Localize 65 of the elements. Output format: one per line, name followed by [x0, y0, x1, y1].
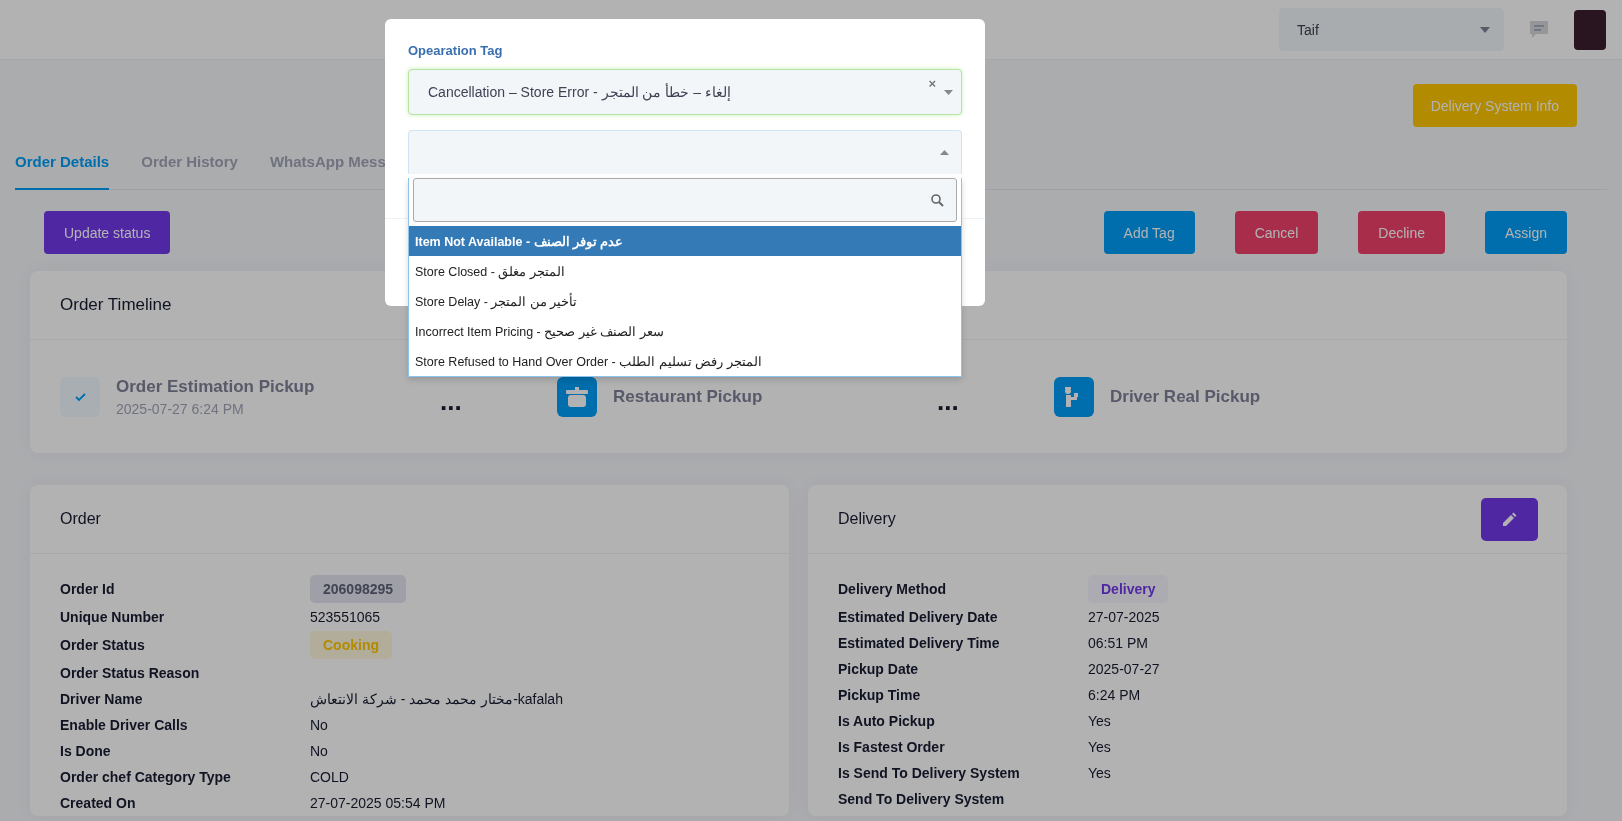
field-value: 27-07-2025 05:54 PM — [310, 795, 446, 811]
edit-button[interactable] — [1481, 497, 1538, 541]
field-label: Opearation Tag — [408, 43, 504, 58]
field-value: No — [310, 717, 328, 733]
field-label: Created On — [60, 794, 137, 813]
field-label: Is Done — [60, 742, 112, 761]
chat-icon — [1528, 18, 1550, 41]
card-title: Delivery — [838, 510, 896, 528]
dropdown-option[interactable]: Store Refused to Hand Over Order - المتجر رفض تسليم الطلب — [409, 346, 961, 376]
step-title: Restaurant Pickup — [613, 386, 763, 407]
step-separator: ... — [937, 385, 960, 417]
action-button[interactable]: Assign — [1484, 211, 1567, 254]
city-select[interactable]: Taif — [1279, 8, 1504, 51]
status-badge: Delivery — [1088, 575, 1169, 603]
step-separator: ... — [440, 385, 463, 417]
pencil-icon — [1502, 511, 1517, 527]
danger-button[interactable]: Decline — [1358, 211, 1445, 254]
dropdown-option[interactable]: Store Delay - تأخير من المتجر — [409, 286, 961, 316]
field-label: Estimated Delivery Time — [838, 634, 1001, 653]
field-label: Order Id — [60, 580, 116, 599]
logo-icon — [1574, 9, 1606, 50]
field-label: Order Status Reason — [60, 664, 201, 683]
tab[interactable]: Order Details — [15, 135, 110, 190]
field-value: Yes — [1088, 713, 1111, 729]
tag-select[interactable]: Cancellation – Store Error - إلغاء – خطأ من المتجر × — [408, 69, 962, 115]
status-badge: 206098295 — [310, 575, 407, 603]
field-label: Order chef Category Type — [60, 768, 232, 787]
field-value: مختار محمد محمد - شركة الانتعاش-kafalah — [310, 691, 563, 707]
field-label: Order Status — [60, 636, 146, 655]
field-label: Is Auto Pickup — [838, 712, 936, 731]
status-badge: Cooking — [310, 631, 392, 659]
dropdown-option[interactable]: Item Not Available - عدم توفر الصنف — [409, 226, 961, 256]
field-label: Estimated Delivery Date — [838, 608, 999, 627]
field-label: Delivery Method — [838, 580, 948, 599]
caret-up-icon — [940, 150, 949, 155]
field-label: Send To Delivery System — [838, 790, 1006, 809]
field-label: Enable Driver Calls — [60, 716, 189, 735]
field-label: Driver Name — [60, 690, 144, 709]
search-field[interactable] — [413, 178, 957, 222]
clear-button[interactable]: × — [928, 76, 936, 91]
field-value: 27-07-2025 — [1088, 609, 1160, 625]
action-button[interactable]: Update status — [44, 211, 171, 254]
field-label: Pickup Time — [838, 686, 922, 705]
step-title: Driver Real Pickup — [1110, 386, 1261, 407]
caret-down-icon — [944, 89, 953, 95]
field-label: Unique Number — [60, 608, 166, 627]
step-time: 2025-07-27 6:24 PM — [116, 400, 245, 417]
search-icon — [931, 193, 944, 207]
field-value: 523551065 — [310, 609, 381, 625]
field-label: Pickup Date — [838, 660, 920, 679]
field-value: 6:24 PM — [1088, 687, 1141, 703]
reason-select[interactable] — [408, 130, 962, 174]
card-title: Order — [60, 510, 101, 528]
field-value: Yes — [1088, 765, 1111, 781]
field-value: 2025-07-27 — [1088, 661, 1160, 677]
action-button[interactable]: Add Tag — [1103, 211, 1195, 254]
step-title: Order Estimation Pickup — [116, 376, 315, 397]
field-label: Is Fastest Order — [838, 738, 946, 757]
danger-button[interactable]: Cancel — [1234, 211, 1319, 254]
field-value: No — [310, 743, 328, 759]
field-value: Yes — [1088, 739, 1111, 755]
field-label: Is Send To Delivery System — [838, 764, 1021, 783]
field-value: COLD — [310, 769, 349, 785]
caret-down-icon — [1480, 26, 1490, 33]
field-value: 06:51 PM — [1088, 635, 1148, 651]
